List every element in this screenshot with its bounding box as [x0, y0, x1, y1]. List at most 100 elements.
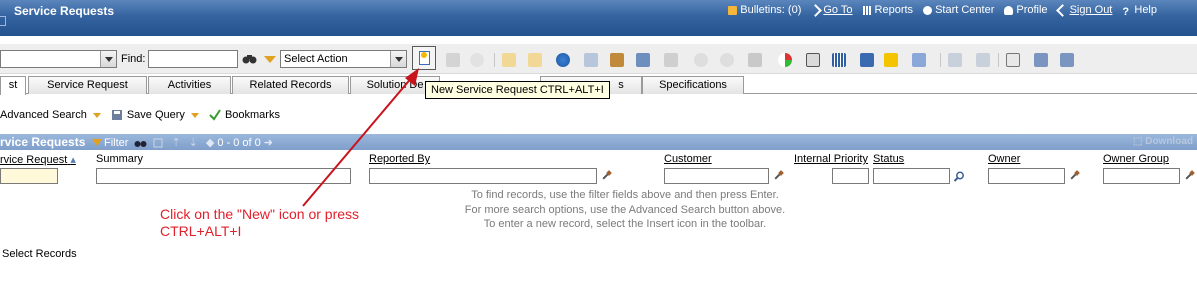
people-icon[interactable] [610, 53, 624, 67]
search-icon[interactable] [954, 171, 965, 182]
col-summary[interactable]: Summary [96, 153, 143, 165]
lookup-icon[interactable] [601, 171, 611, 181]
find-input[interactable] [148, 50, 238, 68]
refresh-icon[interactable] [556, 53, 570, 67]
col-customer[interactable]: Customer [664, 153, 712, 165]
filter-customer[interactable] [664, 168, 769, 184]
filter-owner-group[interactable] [1103, 168, 1180, 184]
hourglass-icon[interactable] [860, 53, 874, 67]
nav-goto[interactable]: Go To [809, 3, 853, 17]
hint-line: To enter a new record, select the Insert… [483, 218, 767, 230]
nav-reports-label: Reports [874, 4, 914, 16]
print-setup-icon[interactable] [1060, 53, 1074, 67]
dropdown-arrow-icon[interactable] [92, 112, 101, 118]
annotation-arrow [302, 68, 419, 207]
app-window: Service Requests Bulletins: (0) Go To Re… [0, 0, 1197, 290]
nav-profile[interactable]: Profile [1004, 4, 1048, 16]
lookup-icon[interactable] [1069, 171, 1079, 181]
save-query-link[interactable]: Save Query [111, 109, 199, 121]
results-header: rvice Requests Filter ⇡ ⇣ ◆ 0 - 0 of 0 ➜… [0, 134, 1197, 150]
lookup-icon[interactable] [773, 171, 783, 181]
hint-line: To find records, use the filter fields a… [471, 189, 779, 201]
results-title: rvice Requests [0, 135, 86, 149]
previous-icon[interactable] [502, 53, 516, 67]
clock-icon[interactable] [694, 53, 708, 67]
nav-reports[interactable]: Reports [862, 4, 914, 16]
next-page-icon[interactable]: ⇣ [189, 136, 198, 149]
page-left-icon[interactable]: ◆ [206, 136, 214, 149]
app-title: Service Requests [14, 4, 115, 18]
col-service-request[interactable]: rvice Request ▴ [0, 153, 76, 166]
tab-list[interactable]: st [0, 76, 26, 95]
page-right-icon[interactable]: ➜ [264, 136, 273, 149]
tab-label: Specifications [659, 79, 727, 91]
sort-ascending-icon[interactable]: ▴ [70, 154, 76, 166]
save-query-icon [111, 110, 122, 120]
goto-arrow-icon [809, 3, 823, 17]
gauge-icon[interactable] [778, 53, 792, 67]
filter-owner[interactable] [988, 168, 1065, 184]
bookmarks-link[interactable]: Bookmarks [209, 109, 280, 121]
download-icon: ⬚ [1132, 136, 1146, 147]
nav-help[interactable]: ? Help [1122, 4, 1157, 18]
report-icon[interactable] [912, 53, 926, 67]
select-records-link[interactable]: Select Records [2, 248, 77, 260]
barcode-icon[interactable] [832, 53, 846, 67]
tab-activities[interactable]: Activities [148, 76, 231, 94]
attach-icon[interactable] [664, 53, 678, 67]
binoculars-icon[interactable] [242, 53, 257, 65]
col-owner-group[interactable]: Owner Group [1103, 153, 1169, 165]
col-status[interactable]: Status [873, 153, 904, 165]
advanced-search-link[interactable]: Advanced Search [0, 109, 101, 121]
filter-icon[interactable] [92, 138, 102, 147]
tab-label: s [618, 79, 624, 91]
dropdown-arrow-icon[interactable] [190, 112, 199, 118]
copy-icon[interactable] [806, 53, 820, 67]
timer-icon[interactable] [720, 53, 734, 67]
previous-page-icon[interactable]: ⇡ [171, 136, 180, 149]
profile-icon [1004, 5, 1014, 15]
save-icon[interactable] [446, 53, 460, 67]
clear-filter-icon[interactable] [153, 138, 163, 148]
top-nav: Bulletins: (0) Go To Reports Start Cente… [718, 3, 1157, 18]
query-bar: Advanced Search Save Query Bookmarks [0, 106, 290, 124]
col-owner[interactable]: Owner [988, 153, 1020, 165]
lookup-icon[interactable] [1184, 171, 1194, 181]
notes-icon[interactable] [1006, 53, 1020, 67]
tab-service-request[interactable]: Service Request [28, 76, 147, 94]
nav-start-center[interactable]: Start Center [923, 4, 994, 16]
annotation-line: CTRL+ALT+I [160, 223, 242, 239]
reports-icon [862, 5, 872, 15]
print-icon[interactable] [1034, 53, 1048, 67]
chevron-down-icon[interactable] [100, 51, 116, 67]
nav-sign-out[interactable]: Sign Out [1055, 3, 1112, 17]
download-link[interactable]: ⬚ Download [1133, 136, 1193, 147]
col-internal-priority[interactable]: Internal Priority [794, 153, 868, 165]
view-icon[interactable] [584, 53, 598, 67]
tag-icon[interactable] [748, 53, 762, 67]
tab-specifications[interactable]: Specifications [642, 76, 744, 94]
save-query-label: Save Query [126, 109, 185, 121]
help-icon: ? [1122, 5, 1130, 18]
star-icon [421, 52, 427, 58]
tab-label: st [8, 79, 18, 91]
action-dropdown-icon [264, 56, 276, 63]
filter-internal-priority[interactable] [832, 168, 869, 184]
next-icon[interactable] [528, 53, 542, 67]
binoculars-icon[interactable] [134, 138, 147, 148]
start-center-icon [923, 5, 933, 15]
filter-label[interactable]: Filter [104, 137, 128, 149]
clear-icon[interactable] [470, 53, 484, 67]
query-select[interactable] [0, 50, 117, 68]
branch-icon[interactable] [948, 53, 962, 67]
filter-service-request[interactable] [0, 168, 58, 184]
nav-goto-label: Go To [823, 4, 853, 16]
document-icon[interactable] [636, 53, 650, 67]
merge-icon[interactable] [976, 53, 990, 67]
warning-icon[interactable] [884, 53, 898, 67]
sign-out-icon [1055, 3, 1069, 17]
bookmark-check-icon [209, 109, 221, 121]
filter-status[interactable] [873, 168, 950, 184]
nav-bulletins[interactable]: Bulletins: (0) [728, 4, 801, 16]
bulletin-icon [728, 5, 738, 15]
